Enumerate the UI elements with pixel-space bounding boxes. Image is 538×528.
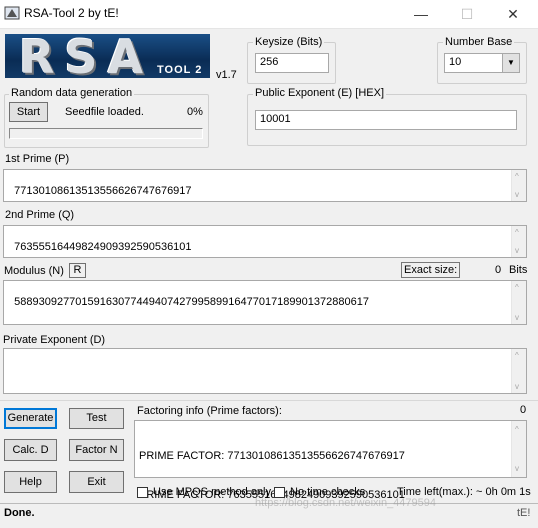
factoring-count: 0 bbox=[520, 404, 527, 416]
version-label: v1.7 bbox=[216, 69, 237, 81]
generate-button[interactable]: Generate bbox=[4, 408, 57, 429]
factor-line: PRIME FACTOR: 77130108613513556626747676… bbox=[139, 450, 405, 462]
window-title: RSA-Tool 2 by tE! bbox=[24, 6, 119, 20]
private-exponent-scrollbar[interactable]: ^ v bbox=[511, 349, 526, 393]
logo-text: RSA bbox=[19, 34, 154, 78]
logo-subtitle: TOOL 2 bbox=[157, 64, 203, 76]
number-base-value: 10 bbox=[449, 56, 462, 68]
logo: RSA TOOL 2 bbox=[5, 34, 210, 78]
watermark: https://blog.csdn.net/weixin_4479594 bbox=[255, 497, 437, 509]
public-exponent-input[interactable]: 10001 bbox=[255, 110, 517, 130]
status-author: tE! bbox=[517, 507, 531, 519]
factoring-label: Factoring info (Prime factors): bbox=[137, 405, 282, 417]
bits-label: Bits bbox=[509, 264, 528, 276]
status-text: Done. bbox=[4, 507, 35, 519]
calc-d-button[interactable]: Calc. D bbox=[4, 439, 57, 461]
help-button[interactable]: Help bbox=[4, 471, 57, 493]
app-icon bbox=[4, 6, 20, 20]
start-button[interactable]: Start bbox=[9, 102, 48, 122]
number-base-label: Number Base bbox=[443, 36, 515, 48]
chevron-down-icon[interactable]: ▼ bbox=[502, 54, 519, 72]
modulus-field[interactable]: 5889309277015916307744940742799589916477… bbox=[3, 280, 527, 325]
title-bar: RSA-Tool 2 by tE! — ☐ ✕ bbox=[0, 0, 538, 29]
private-exponent-label: Private Exponent (D) bbox=[3, 334, 106, 346]
factoring-info-field[interactable]: PRIME FACTOR: 77130108613513556626747676… bbox=[134, 420, 527, 501]
modulus-value: 5889309277015916307744940742799589916477… bbox=[14, 296, 369, 308]
exact-size-label: Exact size: bbox=[401, 262, 461, 278]
prime2-scrollbar[interactable]: ^ v bbox=[511, 226, 526, 257]
exit-button[interactable]: Exit bbox=[69, 471, 124, 493]
prime1-value: 77130108613513556626747676917 bbox=[14, 185, 192, 197]
modulus-label: Modulus (N) bbox=[4, 265, 64, 277]
prime1-scrollbar[interactable]: ^ v bbox=[511, 170, 526, 201]
private-exponent-field[interactable]: ^ v bbox=[3, 348, 527, 394]
exact-size-value: 0 bbox=[495, 264, 502, 276]
random-percent: 0% bbox=[187, 106, 203, 118]
keysize-input[interactable]: 256 bbox=[255, 53, 329, 73]
mpqs-checkbox[interactable] bbox=[137, 487, 148, 498]
random-label: Random data generation bbox=[9, 87, 135, 99]
mpqs-label[interactable]: Use MPQS method only bbox=[153, 486, 271, 498]
public-exponent-label: Public Exponent (E) [HEX] bbox=[253, 87, 387, 99]
maximize-button[interactable]: ☐ bbox=[444, 0, 490, 28]
prime2-field[interactable]: 76355516449824909392590536101 ^ v bbox=[3, 225, 527, 258]
seedfile-status: Seedfile loaded. bbox=[65, 106, 144, 118]
close-button[interactable]: ✕ bbox=[490, 0, 536, 28]
random-progress-bar bbox=[9, 128, 203, 139]
minimize-button[interactable]: — bbox=[398, 0, 444, 28]
modulus-scrollbar[interactable]: ^ v bbox=[511, 281, 526, 324]
factoring-scrollbar[interactable]: ^ v bbox=[511, 421, 526, 477]
prime1-label: 1st Prime (P) bbox=[5, 153, 70, 165]
status-bar: Done. https://blog.csdn.net/weixin_44795… bbox=[0, 497, 538, 523]
prime2-label: 2nd Prime (Q) bbox=[5, 209, 75, 221]
number-base-select[interactable]: 10 ▼ bbox=[444, 53, 520, 73]
keysize-label: Keysize (Bits) bbox=[253, 36, 325, 48]
prime1-field[interactable]: 77130108613513556626747676917 ^ v bbox=[3, 169, 527, 202]
factor-n-button[interactable]: Factor N bbox=[69, 439, 124, 461]
prime2-value: 76355516449824909392590536101 bbox=[14, 241, 192, 253]
r-button[interactable]: R bbox=[69, 263, 86, 278]
test-button[interactable]: Test bbox=[69, 408, 124, 429]
